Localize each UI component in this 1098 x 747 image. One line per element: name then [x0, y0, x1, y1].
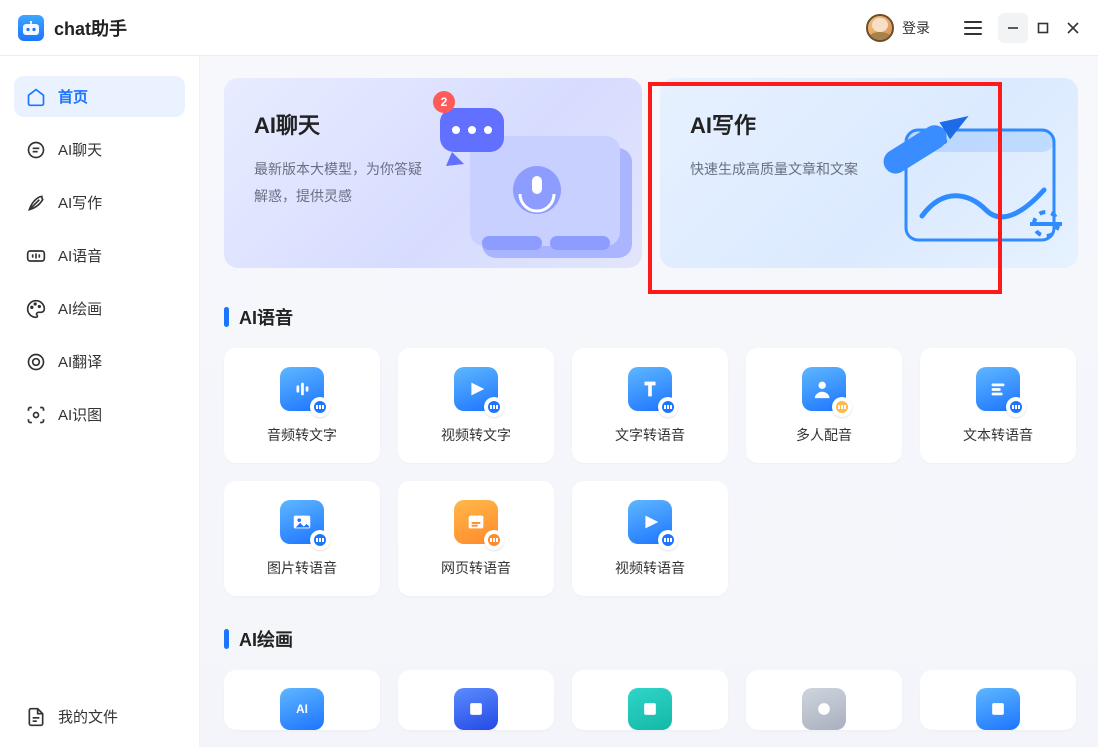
banner-chat-art-icon: 2 [422, 78, 642, 268]
draw-icon [628, 688, 672, 730]
sidebar-item-label: 首页 [58, 86, 88, 107]
sidebar-item-myfiles[interactable]: 我的文件 [14, 696, 185, 737]
titlebar: chat助手 登录 [0, 0, 1098, 56]
card-draw-2[interactable] [398, 670, 554, 730]
card-label: 视频转文字 [441, 425, 511, 445]
sidebar-item-label: AI识图 [58, 404, 102, 425]
banner-title: AI聊天 [254, 108, 642, 140]
text-badge-icon [484, 397, 504, 417]
sidebar-item-aiwrite[interactable]: AI写作 [14, 182, 185, 223]
voice-badge-icon [484, 530, 504, 550]
ai-draw-icon: AI [280, 688, 324, 730]
main-content: AI聊天 最新版本大模型，为你答疑解惑，提供灵感 [200, 56, 1098, 747]
voice-badge-icon [658, 530, 678, 550]
sidebar-item-aiimg[interactable]: AI识图 [14, 394, 185, 435]
sidebar-item-aitrans[interactable]: AI翻译 [14, 341, 185, 382]
voice-bars-icon [26, 246, 46, 266]
banner-desc: 最新版本大模型，为你答疑解惑，提供灵感 [254, 156, 424, 209]
card-draw-5[interactable] [920, 670, 1076, 730]
sidebar-item-label: AI绘画 [58, 298, 102, 319]
card-image-to-speech[interactable]: 图片转语音 [224, 481, 380, 596]
banner-title: AI写作 [690, 108, 1078, 140]
card-draw-3[interactable] [572, 670, 728, 730]
svg-text:AI: AI [296, 703, 308, 716]
banner-write-art-icon [858, 78, 1078, 268]
sidebar-item-aidraw[interactable]: AI绘画 [14, 288, 185, 329]
textblock-to-speech-icon [976, 367, 1020, 411]
palette-icon [26, 299, 46, 319]
window-minimize-icon[interactable] [998, 13, 1028, 43]
voice-badge-icon [1006, 397, 1026, 417]
scan-icon [26, 405, 46, 425]
chat-icon [26, 140, 46, 160]
sidebar-item-label: AI翻译 [58, 351, 102, 372]
card-label: 网页转语音 [441, 558, 511, 578]
search-badge-icon [832, 397, 852, 417]
login-button[interactable]: 登录 [902, 18, 930, 38]
window-close-icon[interactable] [1058, 13, 1088, 43]
card-label: 视频转语音 [615, 558, 685, 578]
sidebar-item-label: AI聊天 [58, 139, 102, 160]
section-title-aivoice: AI语音 [224, 304, 1078, 330]
file-icon [26, 707, 46, 727]
sidebar-item-label: AI写作 [58, 192, 102, 213]
card-label: 文本转语音 [963, 425, 1033, 445]
card-label: 音频转文字 [267, 425, 337, 445]
image-to-speech-icon [280, 500, 324, 544]
section-title-text: AI语音 [239, 304, 293, 330]
card-label: 文字转语音 [615, 425, 685, 445]
text-badge-icon [310, 397, 330, 417]
text-to-speech-icon [628, 367, 672, 411]
banner-aiwrite[interactable]: AI写作 快速生成高质量文章和文案 [660, 78, 1078, 268]
banner-aichat[interactable]: AI聊天 最新版本大模型，为你答疑解惑，提供灵感 [224, 78, 642, 268]
card-video-to-speech[interactable]: 视频转语音 [572, 481, 728, 596]
section-title-aidraw: AI绘画 [224, 626, 1078, 652]
draw-icon [976, 688, 1020, 730]
feather-icon [26, 193, 46, 213]
home-icon [26, 87, 46, 107]
voice-badge-icon [310, 530, 330, 550]
sidebar-item-aichat[interactable]: AI聊天 [14, 129, 185, 170]
window-maximize-icon[interactable] [1028, 13, 1058, 43]
card-draw-4[interactable] [746, 670, 902, 730]
card-draw-1[interactable]: AI [224, 670, 380, 730]
video-to-text-icon [454, 367, 498, 411]
card-web-to-speech[interactable]: 网页转语音 [398, 481, 554, 596]
card-label: 多人配音 [796, 425, 852, 445]
sidebar-item-aivoice[interactable]: AI语音 [14, 235, 185, 276]
sidebar: 首页 AI聊天 AI写作 AI语音 AI绘画 AI翻译 AI识图 [0, 56, 200, 747]
card-audio-to-text[interactable]: 音频转文字 [224, 348, 380, 463]
card-video-to-text[interactable]: 视频转文字 [398, 348, 554, 463]
draw-card-grid: AI [224, 670, 1078, 730]
voice-card-grid: 音频转文字 视频转文字 文字转语音 [224, 348, 1078, 596]
svg-text:2: 2 [441, 95, 448, 109]
app-logo-icon [18, 15, 44, 41]
card-label: 图片转语音 [267, 558, 337, 578]
video-to-speech-icon [628, 500, 672, 544]
draw-icon [802, 688, 846, 730]
sidebar-item-home[interactable]: 首页 [14, 76, 185, 117]
voice-badge-icon [658, 397, 678, 417]
card-multi-voice[interactable]: 多人配音 [746, 348, 902, 463]
section-title-text: AI绘画 [239, 626, 293, 652]
translate-icon [26, 352, 46, 372]
avatar[interactable] [866, 14, 894, 42]
sidebar-item-label: AI语音 [58, 245, 102, 266]
card-textblock-to-speech[interactable]: 文本转语音 [920, 348, 1076, 463]
audio-to-text-icon [280, 367, 324, 411]
menu-icon[interactable] [958, 13, 988, 43]
card-text-to-speech[interactable]: 文字转语音 [572, 348, 728, 463]
draw-icon [454, 688, 498, 730]
web-to-speech-icon [454, 500, 498, 544]
banner-desc: 快速生成高质量文章和文案 [690, 156, 860, 183]
multi-voice-icon [802, 367, 846, 411]
app-title: chat助手 [54, 15, 127, 41]
sidebar-item-label: 我的文件 [58, 706, 118, 727]
